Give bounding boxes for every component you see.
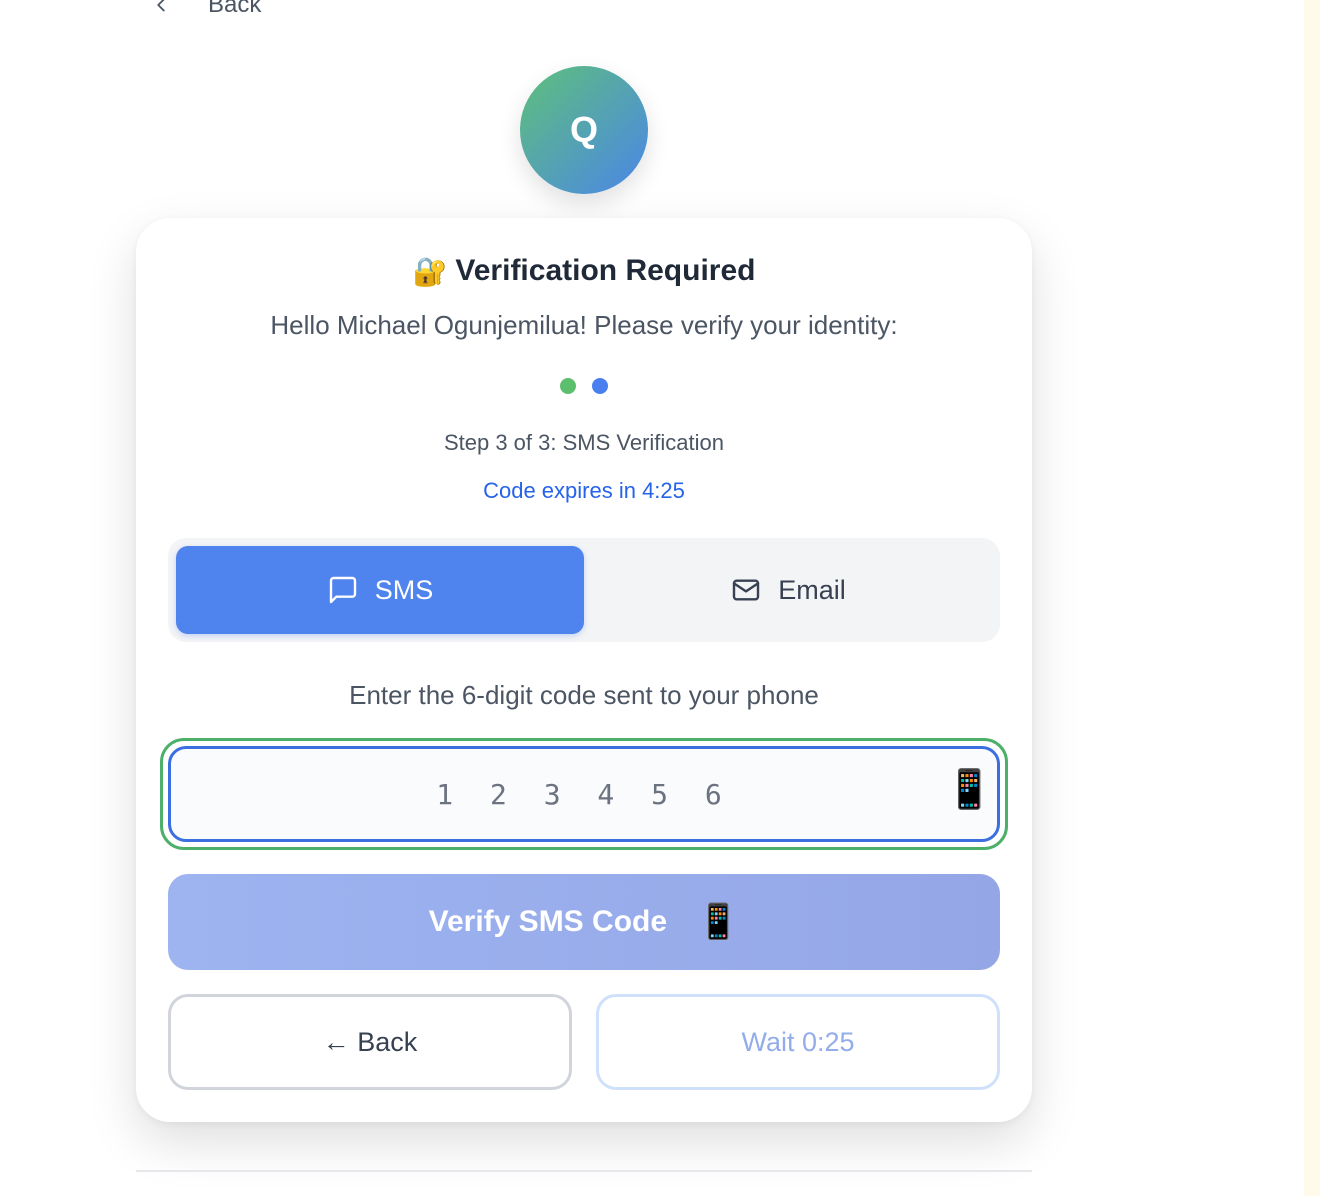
progress-dot-completed (560, 378, 576, 394)
greeting-text: Hello Michael Ogunjemilua! Please verify… (270, 310, 898, 340)
verify-sms-label: Verify SMS Code (428, 905, 668, 938)
resend-wait-label: Wait 0:25 (741, 1026, 855, 1057)
verify-sms-button[interactable]: Verify SMS Code 📱 (168, 874, 1000, 970)
message-icon (329, 576, 356, 604)
side-panel-edge (1304, 0, 1320, 1196)
progress-dots (136, 378, 1032, 394)
mobile-phone-icon: 📱 (945, 769, 993, 811)
tab-sms[interactable]: SMS (176, 546, 584, 634)
top-back-link[interactable]: Back (150, 0, 261, 22)
card-title: 🔐 Verification Required (136, 254, 1032, 288)
chevron-left-icon (157, 0, 165, 12)
tab-email[interactable]: Email (584, 546, 992, 634)
tab-sms-label: SMS (374, 574, 434, 605)
top-back-label: Back (208, 0, 262, 18)
code-expiry-timer: Code expires in 4:25 (483, 478, 685, 503)
sms-code-input[interactable] (168, 746, 1000, 842)
progress-dot-active (592, 378, 608, 394)
method-tabs: SMS Email (168, 538, 1000, 642)
back-button-label: ← Back (322, 1026, 418, 1057)
verification-card: 🔐 Verification Required Hello Michael Og… (136, 218, 1032, 1122)
avatar: Q (520, 66, 648, 194)
mobile-phone-icon: 📱 (697, 903, 740, 941)
code-instruction: Enter the 6-digit code sent to your phon… (349, 680, 819, 710)
page: Back Q 🔐 Verification Required Hello Mic… (0, 0, 1320, 1196)
avatar-initial: Q (569, 109, 598, 150)
card-title-text: Verification Required (455, 254, 756, 287)
tab-email-label: Email (778, 574, 846, 605)
mail-icon (733, 579, 760, 601)
divider (136, 1170, 1032, 1172)
step-indicator: Step 3 of 3: SMS Verification (443, 430, 725, 455)
back-button[interactable]: ← Back (168, 994, 572, 1090)
lock-key-icon: 🔐 (412, 255, 448, 287)
code-field-focus-ring: 📱 (160, 738, 1008, 850)
resend-wait-button: Wait 0:25 (596, 994, 1000, 1090)
